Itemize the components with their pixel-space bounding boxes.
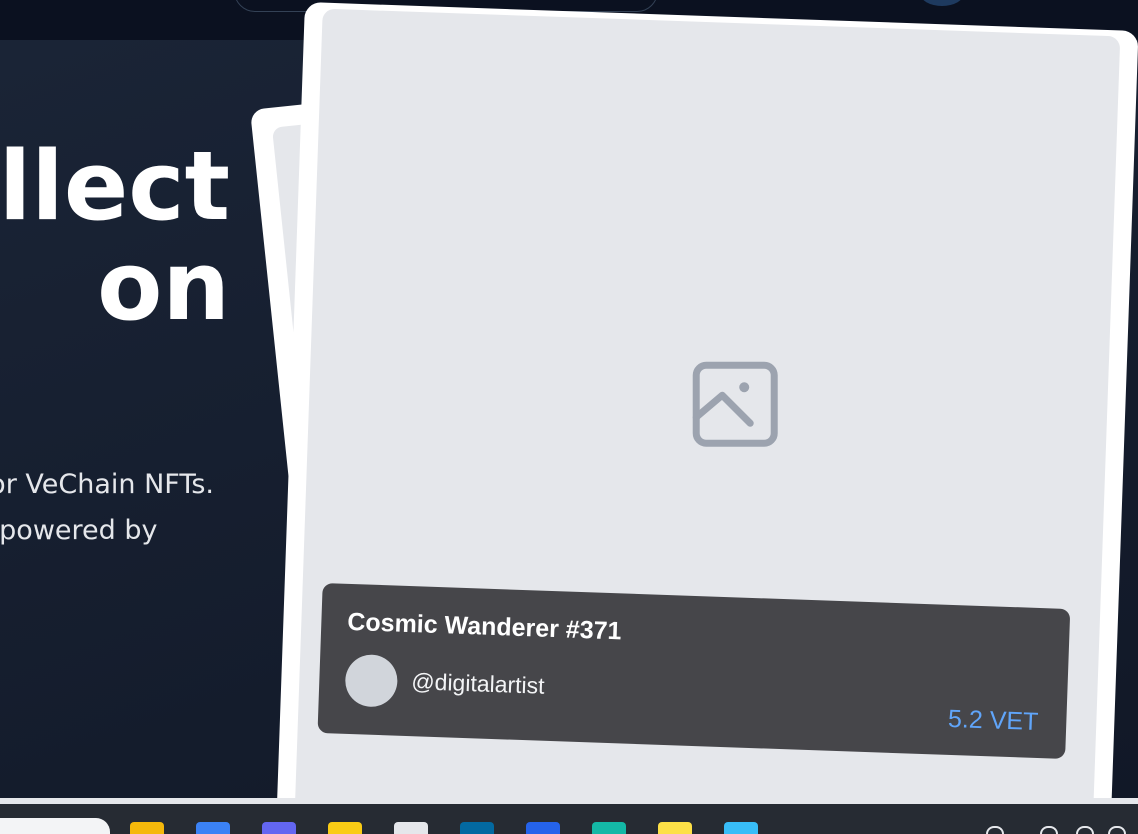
- hero-subtitle-line-1: or VeChain NFTs.: [0, 469, 214, 500]
- battery-icon[interactable]: [1076, 826, 1094, 834]
- nft-price: 5.2 VET: [947, 704, 1039, 737]
- edge-icon[interactable]: [592, 822, 626, 834]
- image-placeholder-icon: [692, 361, 778, 447]
- sticky-notes-icon[interactable]: [658, 822, 692, 834]
- os-taskbar: [0, 798, 1138, 834]
- hero-title: ollect on: [0, 137, 230, 337]
- hero-title-line-2: on: [97, 232, 230, 342]
- teams-icon[interactable]: [262, 822, 296, 834]
- notepad-icon[interactable]: [724, 822, 758, 834]
- nft-title[interactable]: Cosmic Wanderer #371: [347, 608, 622, 647]
- store-icon[interactable]: [394, 822, 428, 834]
- hero-subtitle: or VeChain NFTs. powered by: [0, 462, 214, 554]
- user-avatar[interactable]: [920, 0, 964, 6]
- hero-subtitle-line-2: powered by: [0, 515, 158, 546]
- folder-icon[interactable]: [328, 822, 362, 834]
- widgets-button[interactable]: [0, 818, 110, 834]
- copilot-icon[interactable]: [196, 822, 230, 834]
- wifi-icon[interactable]: [986, 826, 1004, 834]
- nft-info-panel: Cosmic Wanderer #371 @digitalartist 5.2 …: [317, 582, 1071, 759]
- creator-avatar[interactable]: [344, 653, 399, 708]
- volume-icon[interactable]: [1040, 826, 1058, 834]
- mail-icon[interactable]: [460, 822, 494, 834]
- hero-title-line-1: ollect: [0, 132, 230, 242]
- notification-icon[interactable]: [1108, 826, 1126, 834]
- creator-handle[interactable]: @digitalartist: [411, 668, 545, 700]
- file-explorer-icon[interactable]: [130, 822, 164, 834]
- nft-card[interactable]: Cosmic Wanderer #371 @digitalartist 5.2 …: [276, 2, 1138, 834]
- dropbox-icon[interactable]: [526, 822, 560, 834]
